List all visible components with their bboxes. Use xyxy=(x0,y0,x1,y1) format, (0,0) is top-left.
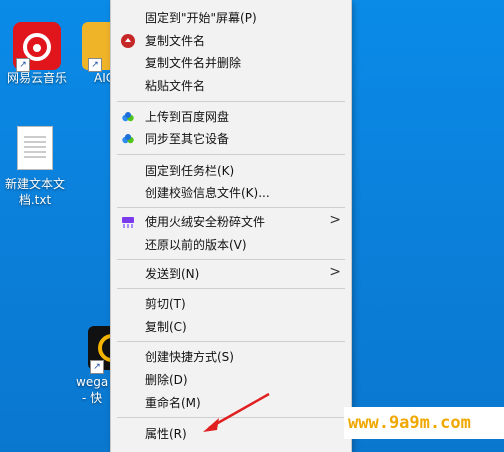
menu-item-restore-versions[interactable]: 还原以前的版本(V) xyxy=(111,233,351,255)
menu-item-label: 属性(R) xyxy=(145,427,187,441)
desktop-icon-label: - 快 xyxy=(82,391,103,405)
menu-item-label: 上传到百度网盘 xyxy=(145,110,230,124)
menu-item-label: 重命名(M) xyxy=(145,396,201,410)
baidu-cloud-icon xyxy=(121,109,135,123)
desktop-icon-label: 网易云音乐 xyxy=(6,71,67,85)
menu-item-delete[interactable]: 删除(D) xyxy=(111,368,351,390)
menu-item-label: 固定到任务栏(K) xyxy=(145,164,235,178)
text-file-icon xyxy=(17,126,53,170)
menu-item-pin-to-start[interactable]: 固定到"开始"屏幕(P) xyxy=(111,6,351,28)
menu-item-label: 使用火绒安全粉碎文件 xyxy=(145,215,266,229)
shortcut-arrow-icon: ↗ xyxy=(88,58,102,72)
menu-separator xyxy=(117,341,345,342)
desktop-icon-netease-music[interactable]: ↗ 网易云音乐 xyxy=(2,22,72,86)
context-menu: 固定到"开始"屏幕(P) 复制文件名 复制文件名并删除 粘贴文件名 上传到百度网… xyxy=(110,0,352,452)
desktop-icon-text-file[interactable]: 新建文本文 档.txt xyxy=(0,126,70,208)
menu-item-label: 同步至其它设备 xyxy=(145,132,230,146)
baidu-cloud-icon xyxy=(121,131,135,145)
desktop-icon-wega[interactable]: ↗ wega - 快 xyxy=(74,326,114,406)
shortcut-arrow-icon: ↗ xyxy=(90,360,104,374)
menu-item-huorong-shred[interactable]: 使用火绒安全粉碎文件 > xyxy=(111,210,351,232)
menu-item-label: 固定到"开始"屏幕(P) xyxy=(145,11,257,25)
menu-item-copy-filename-delete[interactable]: 复制文件名并删除 xyxy=(111,51,351,73)
menu-item-pin-taskbar[interactable]: 固定到任务栏(K) xyxy=(111,159,351,181)
menu-item-paste-filename[interactable]: 粘贴文件名 xyxy=(111,74,351,96)
menu-item-label: 还原以前的版本(V) xyxy=(145,238,247,252)
menu-separator xyxy=(117,154,345,155)
submenu-arrow-icon: > xyxy=(329,212,341,228)
menu-item-label: 复制文件名 xyxy=(145,34,206,48)
menu-item-copy[interactable]: 复制(C) xyxy=(111,315,351,337)
watermark: www.9a9m.com xyxy=(344,407,504,439)
menu-item-label: 粘贴文件名 xyxy=(145,79,206,93)
desktop-icon-label: 档.txt xyxy=(18,193,52,207)
menu-item-cut[interactable]: 剪切(T) xyxy=(111,292,351,314)
menu-separator xyxy=(117,259,345,260)
annotation-arrow-icon xyxy=(203,392,270,432)
menu-separator xyxy=(117,288,345,289)
menu-item-label: 发送到(N) xyxy=(145,267,200,281)
submenu-arrow-icon: > xyxy=(329,264,341,280)
menu-item-label: 复制(C) xyxy=(145,320,187,334)
menu-item-create-checksum[interactable]: 创建校验信息文件(K)... xyxy=(111,181,351,203)
desktop-icon-label: wega xyxy=(76,375,109,389)
red-copy-icon xyxy=(121,33,135,48)
menu-separator xyxy=(117,101,345,102)
menu-item-create-shortcut[interactable]: 创建快捷方式(S) xyxy=(111,345,351,367)
desktop-icon-label: 新建文本文 xyxy=(4,177,65,191)
menu-item-copy-filename[interactable]: 复制文件名 xyxy=(111,29,351,51)
menu-item-upload-baidu[interactable]: 上传到百度网盘 xyxy=(111,105,351,127)
menu-item-send-to[interactable]: 发送到(N) > xyxy=(111,262,351,284)
shortcut-arrow-icon: ↗ xyxy=(16,58,30,72)
huorong-shred-icon xyxy=(121,214,135,228)
desktop-icon-label: AIC xyxy=(94,71,112,85)
menu-separator xyxy=(117,207,345,208)
menu-item-label: 删除(D) xyxy=(145,373,188,387)
menu-item-label: 复制文件名并删除 xyxy=(145,56,242,70)
menu-item-sync-devices[interactable]: 同步至其它设备 xyxy=(111,127,351,149)
menu-item-label: 创建校验信息文件(K)... xyxy=(145,186,270,200)
menu-item-label: 剪切(T) xyxy=(145,297,186,311)
menu-item-label: 创建快捷方式(S) xyxy=(145,350,234,364)
desktop-icon-aic[interactable]: ↗ AIC xyxy=(82,22,112,86)
